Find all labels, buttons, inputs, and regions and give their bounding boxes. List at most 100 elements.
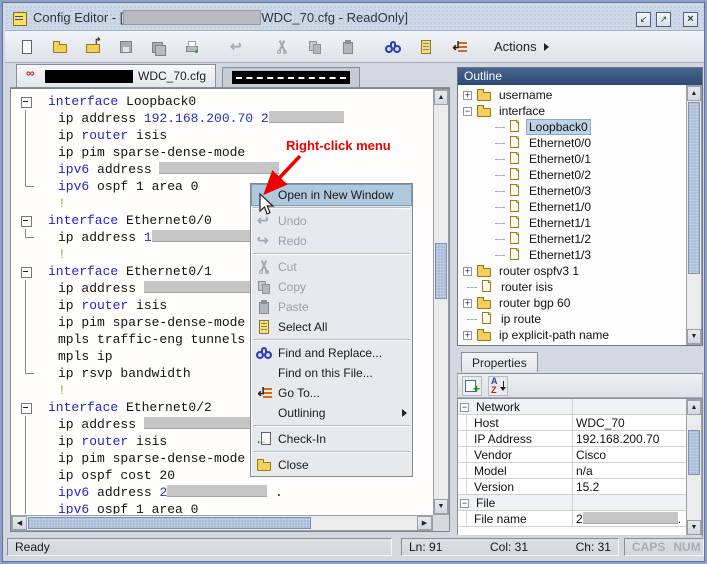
outline-item-ethernet0-2[interactable]: Ethernet0/2 [458, 167, 686, 183]
scroll-down-icon[interactable]: ▼ [434, 499, 448, 514]
scroll-left-icon[interactable]: ◀ [12, 516, 27, 530]
property-row-file[interactable]: −File [458, 495, 686, 511]
cut-button[interactable] [270, 35, 294, 59]
outline-scrollbar[interactable]: ▲ ▼ [686, 85, 702, 345]
menu-item-go-to[interactable]: Go To... [252, 383, 411, 403]
open-file-button[interactable] [48, 35, 72, 59]
outline-item-ethernet1-2[interactable]: Ethernet1/2 [458, 231, 686, 247]
close-folder-button[interactable] [81, 35, 105, 59]
fold-collapse-icon[interactable] [14, 399, 38, 416]
scrollbar-thumb[interactable] [688, 102, 700, 274]
go-to-button[interactable] [447, 35, 471, 59]
sort-az-button[interactable] [488, 376, 508, 396]
fold-guide [14, 297, 38, 314]
tab-wdc-70-cfg[interactable]: WDC_70.cfg [16, 64, 216, 87]
actions-menu[interactable]: Actions [494, 39, 549, 54]
menu-item-paste[interactable]: Paste [252, 297, 411, 317]
scroll-right-icon[interactable]: ▶ [417, 516, 432, 530]
scroll-down-icon[interactable]: ▼ [687, 329, 701, 344]
scroll-up-icon[interactable]: ▲ [687, 86, 701, 101]
property-row-model[interactable]: Modeln/a [458, 463, 686, 479]
print-button[interactable] [180, 35, 204, 59]
scrollbar-thumb[interactable] [688, 430, 700, 475]
folder-icon [476, 295, 492, 311]
outline-item-router-bgp-60[interactable]: +router bgp 60 [458, 295, 686, 311]
scroll-up-icon[interactable]: ▲ [687, 400, 701, 415]
outline-item-router-ospfv3-1[interactable]: +router ospfv3 1 [458, 263, 686, 279]
outline-item-loopback0[interactable]: Loopback0 [458, 119, 686, 135]
save-button[interactable] [114, 35, 138, 59]
menu-item-find-on-this-file[interactable]: Find on this File... [252, 363, 411, 383]
editor-line-24[interactable]: ipv6 address 2 . [14, 484, 432, 501]
select-all-button[interactable] [414, 35, 438, 59]
tab-properties[interactable]: Properties [461, 352, 538, 372]
menu-item-select-all[interactable]: Select All [252, 317, 411, 337]
copy-button[interactable] [303, 35, 327, 59]
title-bar[interactable]: Config Editor - [WDC_70.cfg - ReadOnly] … [5, 5, 704, 31]
editor-line-1[interactable]: interface Loopback0 [14, 93, 432, 110]
grid-plus-button[interactable] [462, 376, 482, 396]
editor-line-text: ip address 192.168.200.70 2 [38, 110, 344, 127]
fold-collapse-icon[interactable] [14, 93, 38, 110]
find-button[interactable] [381, 35, 405, 59]
outline-item-ethernet1-1[interactable]: Ethernet1/1 [458, 215, 686, 231]
outline-item-ethernet0-1[interactable]: Ethernet0/1 [458, 151, 686, 167]
menu-item-find-and-replace[interactable]: Find and Replace... [252, 343, 411, 363]
menu-item-cut[interactable]: Cut [252, 257, 411, 277]
outline-item-username[interactable]: +username [458, 87, 686, 103]
scrollbar-thumb[interactable] [28, 517, 311, 529]
close-button[interactable]: × [683, 12, 698, 27]
expand-plus-icon[interactable]: + [463, 91, 472, 100]
maximize-button[interactable]: ↗ [656, 12, 671, 27]
collapse-minus-icon[interactable]: − [460, 499, 469, 508]
outline-item-ip-route[interactable]: ip route [458, 311, 686, 327]
property-row-version[interactable]: Version15.2 [458, 479, 686, 495]
outline-item-ethernet0-0[interactable]: Ethernet0/0 [458, 135, 686, 151]
outline-item-ip-explicit-path-name[interactable]: +ip explicit-path name [458, 327, 686, 343]
scroll-down-icon[interactable]: ▼ [687, 520, 701, 535]
outline-item-ethernet1-0[interactable]: Ethernet1/0 [458, 199, 686, 215]
properties-scrollbar[interactable]: ▲ ▼ [686, 399, 702, 536]
property-row-host[interactable]: HostWDC_70 [458, 415, 686, 431]
editor-line-text: ip router isis [38, 297, 167, 314]
editor-horizontal-scrollbar[interactable]: ◀ ▶ [11, 515, 433, 531]
outline-item-interface[interactable]: −interface [458, 103, 686, 119]
menu-item-redo[interactable]: Redo [252, 231, 411, 251]
tree-guide [495, 127, 505, 128]
fold-collapse-icon[interactable] [14, 263, 38, 280]
fold-collapse-icon[interactable] [14, 212, 38, 229]
menu-item-copy[interactable]: Copy [252, 277, 411, 297]
undo-button[interactable] [225, 35, 249, 59]
editor-line-5[interactable]: ipv6 address [14, 161, 432, 178]
properties-tab-bar: Properties [457, 352, 703, 374]
new-file-button[interactable] [15, 35, 39, 59]
expand-plus-icon[interactable]: + [463, 267, 472, 276]
menu-item-close[interactable]: Close [252, 455, 411, 475]
outline-item-router-isis[interactable]: router isis [458, 279, 686, 295]
property-row-vendor[interactable]: VendorCisco [458, 447, 686, 463]
scroll-up-icon[interactable]: ▲ [434, 90, 448, 105]
menu-item-outlining[interactable]: Outlining [252, 403, 411, 423]
app-icon [11, 10, 27, 26]
collapse-minus-icon[interactable]: − [463, 107, 472, 116]
collapse-minus-icon[interactable]: − [460, 403, 469, 412]
char-indicator: Ch: 31 [576, 540, 611, 554]
minimize-button[interactable]: ↙ [636, 12, 651, 27]
outline-item-ethernet1-3[interactable]: Ethernet1/3 [458, 247, 686, 263]
property-name: Host [458, 415, 573, 430]
property-row-ip-address[interactable]: IP Address192.168.200.70 [458, 431, 686, 447]
editor-line-2[interactable]: ip address 192.168.200.70 2 [14, 110, 432, 127]
property-row-file-name[interactable]: File name2. [458, 511, 686, 527]
scrollbar-thumb[interactable] [435, 243, 447, 299]
editor-line-25[interactable]: ipv6 ospf 1 area 0 [14, 501, 432, 514]
paste-button[interactable] [336, 35, 360, 59]
tab-redacted[interactable] [222, 67, 360, 87]
expand-plus-icon[interactable]: + [463, 299, 472, 308]
editor-vertical-scrollbar[interactable]: ▲ ▼ [433, 89, 449, 515]
outline-item-ethernet0-3[interactable]: Ethernet0/3 [458, 183, 686, 199]
save-all-button[interactable] [147, 35, 171, 59]
menu-item-check-in[interactable]: Check-In [252, 429, 411, 449]
expand-plus-icon[interactable]: + [463, 331, 472, 340]
property-row-network[interactable]: −Network [458, 399, 686, 415]
fold-guide [14, 110, 38, 127]
